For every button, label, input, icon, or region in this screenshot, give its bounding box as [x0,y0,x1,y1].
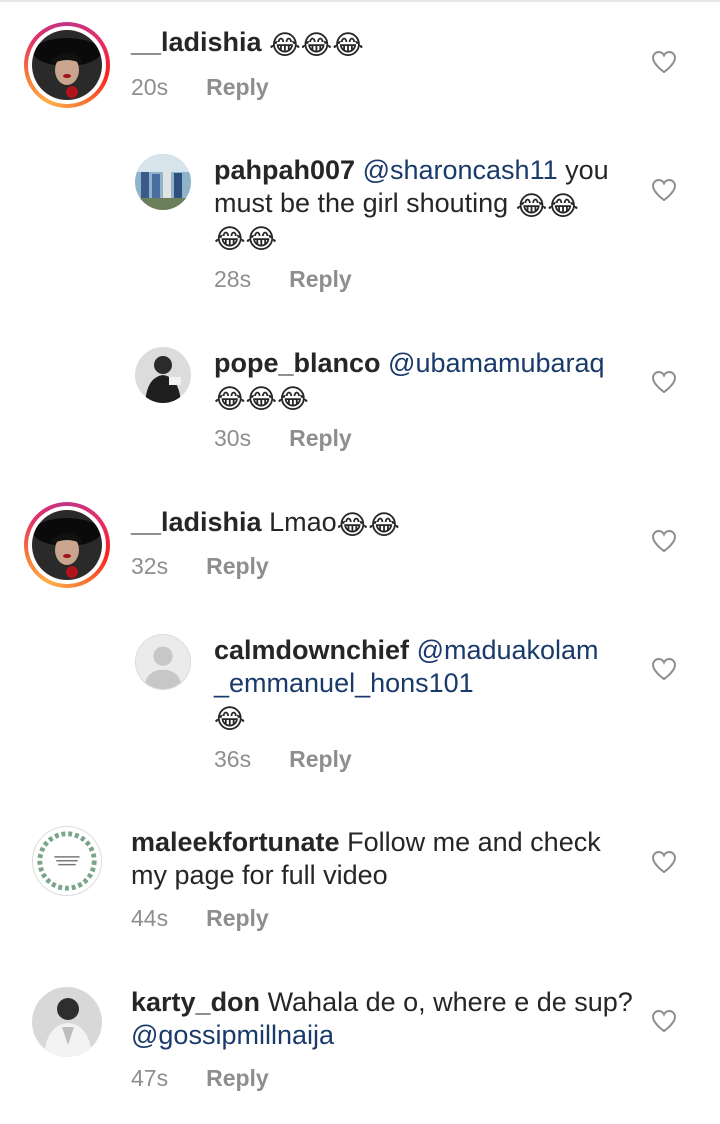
emoji: 😂😂😂 [214,384,309,414]
username[interactable]: pope_blanco [214,348,381,378]
avatar[interactable] [32,826,102,896]
top-divider [0,0,720,2]
heart-outline-icon[interactable] [651,50,677,74]
timestamp: 36s [214,746,252,772]
username[interactable]: calmdownchief [214,635,409,665]
heart-outline-icon[interactable] [651,1009,677,1033]
reply-button[interactable]: Reply [206,1065,269,1091]
comment-text: Follow me and check [347,827,601,857]
mention-link[interactable]: @sharoncash11 [363,155,558,185]
emoji: 😂😂 [214,224,278,254]
story-ring[interactable] [24,22,110,108]
reply-button[interactable]: Reply [289,425,352,451]
reply-button[interactable]: Reply [206,74,269,100]
comment-text: Wahala de o, where e de sup? [267,987,633,1017]
heart-outline-icon[interactable] [651,370,677,394]
heart-outline-icon[interactable] [651,529,677,553]
avatar[interactable] [135,347,191,403]
emoji: 😂😂 [515,191,579,221]
reply-button[interactable]: Reply [289,266,352,292]
emoji: 😂😂 [336,510,400,540]
username[interactable]: karty_don [131,987,260,1017]
avatar[interactable] [32,30,102,100]
timestamp: 32s [131,553,169,579]
mention-link[interactable]: @gossipmillnaija [131,1020,334,1050]
comment-text-continued: my page for full video [131,860,388,890]
timestamp: 20s [131,74,169,100]
comment-text-first-word: you [565,155,609,185]
timestamp: 44s [131,905,169,931]
avatar[interactable] [135,154,191,210]
comment-text: Lmao [269,507,337,537]
timestamp: 47s [131,1065,169,1091]
timestamp: 30s [214,425,252,451]
username[interactable]: pahpah007 [214,155,355,185]
mention-link-continued[interactable]: _emmanuel_hons101 [214,668,474,698]
avatar[interactable] [32,510,102,580]
mention-link[interactable]: @maduakolam [417,635,599,665]
username[interactable]: maleekfortunate [131,827,340,857]
username[interactable]: __ladishia [131,507,262,537]
reply-button[interactable]: Reply [206,553,269,579]
avatar[interactable] [32,987,102,1057]
heart-outline-icon[interactable] [651,850,677,874]
avatar-placeholder[interactable] [135,634,191,690]
username[interactable]: __ladishia [131,27,262,57]
emoji: 😂😂😂 [269,30,364,60]
heart-outline-icon[interactable] [651,657,677,681]
reply-button[interactable]: Reply [206,905,269,931]
mention-link[interactable]: @ubamamubaraq [388,348,605,378]
emoji: 😂 [214,704,246,734]
story-ring[interactable] [24,502,110,588]
comment-text: must be the girl shouting [214,188,509,218]
heart-outline-icon[interactable] [651,178,677,202]
timestamp: 28s [214,266,252,292]
reply-button[interactable]: Reply [289,746,352,772]
